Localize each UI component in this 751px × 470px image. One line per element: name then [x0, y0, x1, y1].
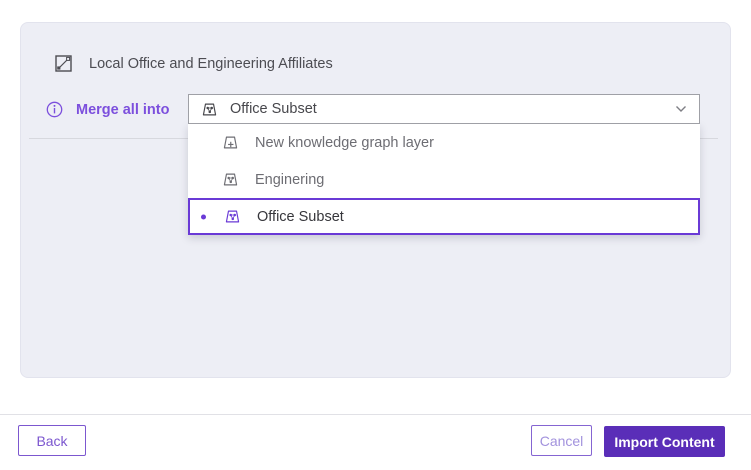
cancel-button[interactable]: Cancel: [531, 425, 592, 456]
menu-option-new-knowledge-graph-layer[interactable]: New knowledge graph layer: [188, 124, 700, 161]
menu-option-office-subset[interactable]: Office Subset: [188, 198, 700, 235]
selected-bullet-icon: [201, 214, 206, 219]
merge-target-menu: New knowledge graph layer Enginering: [188, 124, 700, 235]
import-content-button[interactable]: Import Content: [604, 426, 725, 457]
merge-target-selected-value: Office Subset: [230, 101, 675, 117]
source-layer-row: Local Office and Engineering Affiliates: [54, 54, 333, 73]
footer-divider: [0, 414, 751, 415]
source-layer-label: Local Office and Engineering Affiliates: [89, 56, 333, 72]
menu-option-enginering[interactable]: Enginering: [188, 161, 700, 198]
info-icon: [46, 101, 63, 118]
knowledge-graph-layer-icon: [201, 101, 218, 118]
back-button[interactable]: Back: [18, 425, 86, 456]
menu-option-label: Office Subset: [257, 209, 344, 225]
layer-select-icon: [54, 54, 73, 73]
chevron-down-icon: [675, 105, 687, 113]
menu-option-label: Enginering: [255, 172, 324, 188]
knowledge-graph-layer-icon: [224, 208, 241, 225]
merge-target-select[interactable]: Office Subset: [188, 94, 700, 124]
knowledge-graph-layer-icon: [222, 171, 239, 188]
merge-all-into-label: Merge all into: [76, 102, 169, 118]
import-content-dialog: Local Office and Engineering Affiliates …: [0, 0, 751, 470]
new-knowledge-graph-layer-icon: [222, 134, 239, 151]
merge-all-into-row: Merge all into: [46, 101, 169, 118]
menu-option-label: New knowledge graph layer: [255, 135, 434, 151]
